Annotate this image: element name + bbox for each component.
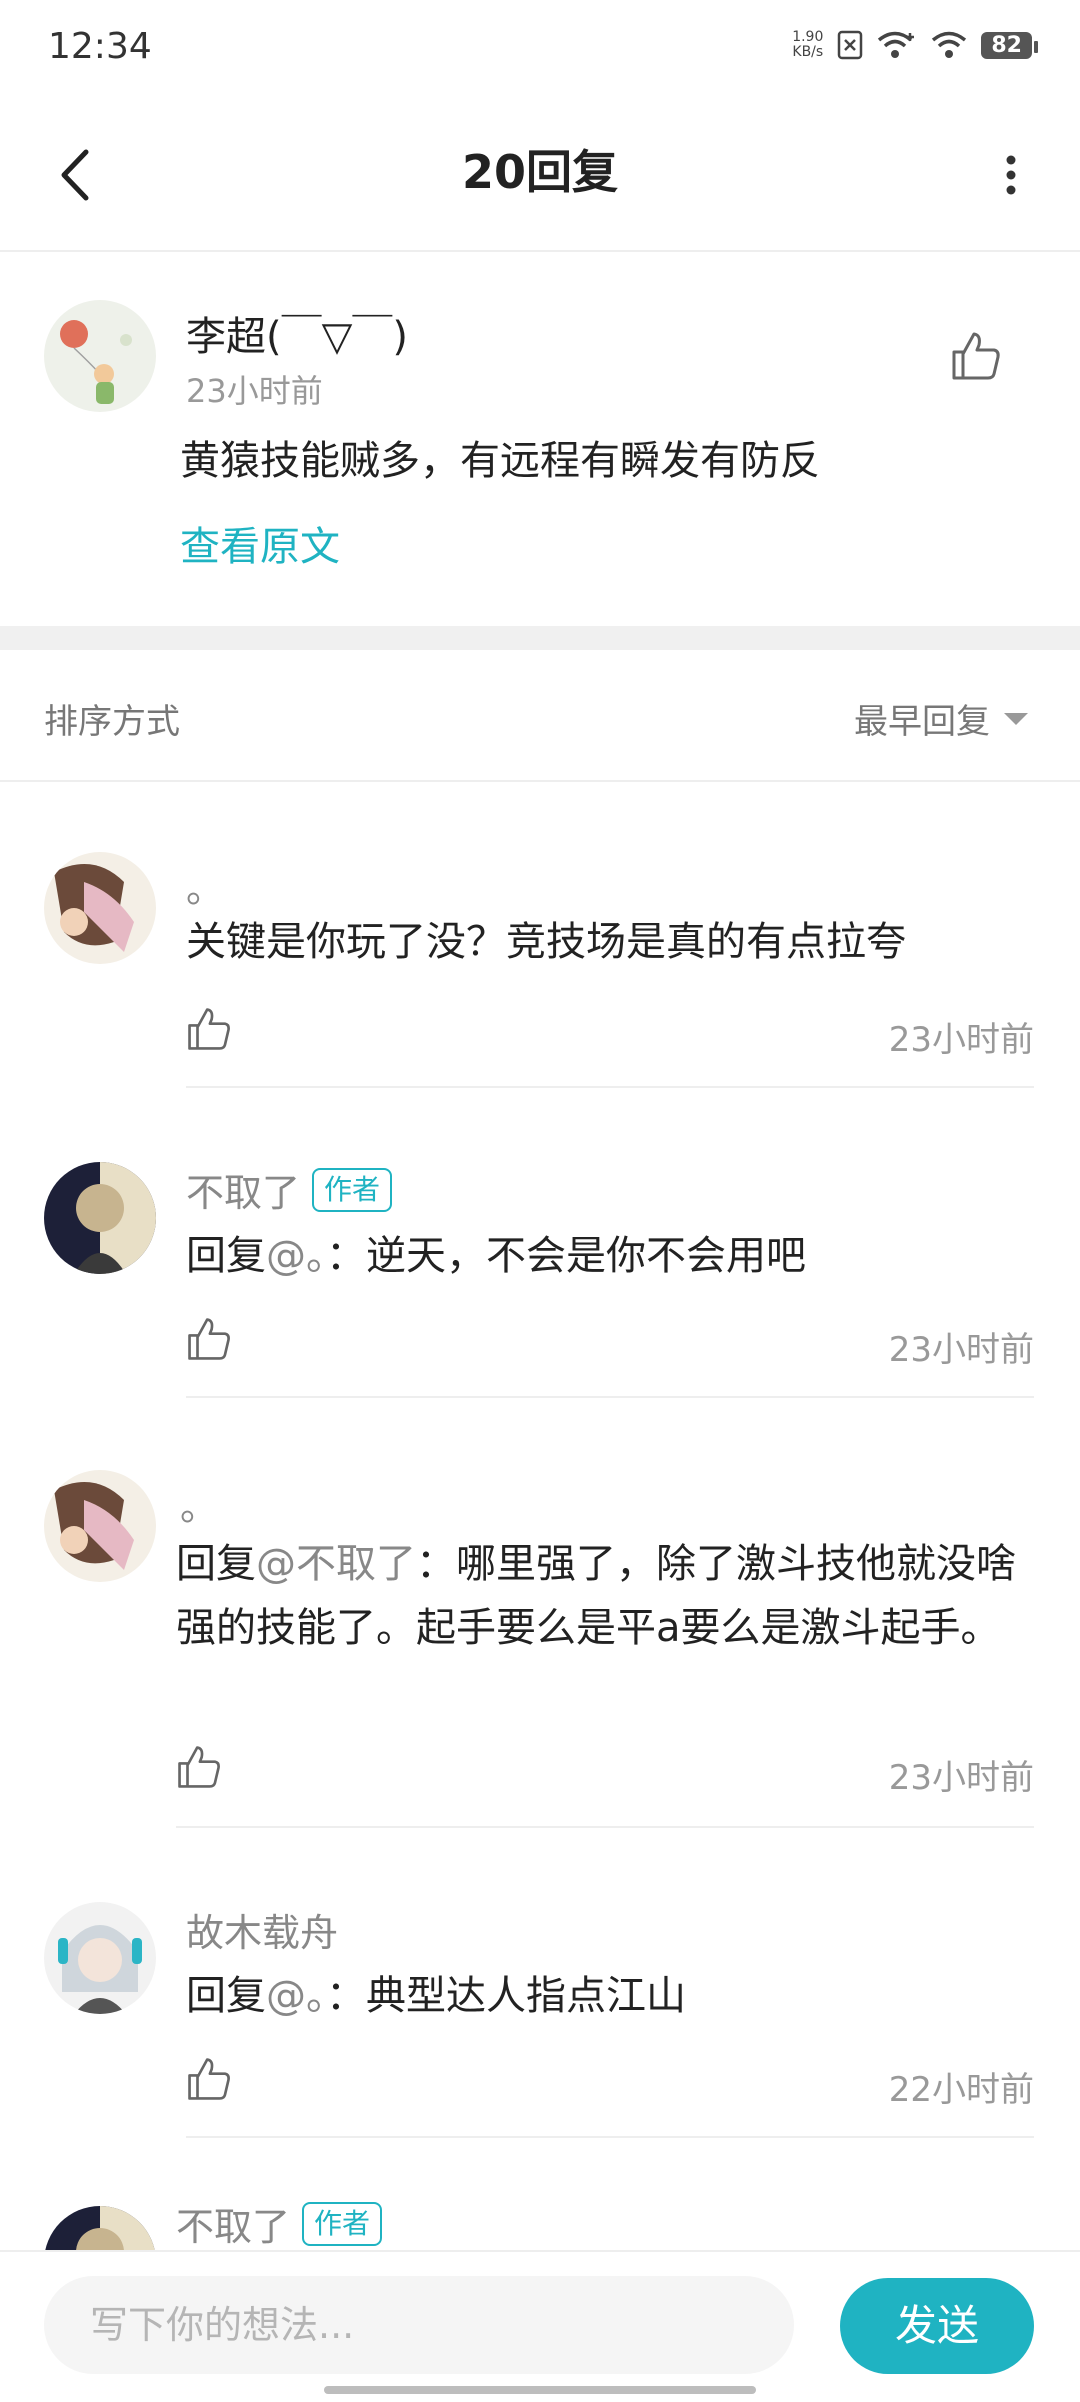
sort-value: 最早回复	[854, 702, 990, 742]
reply-text: 关键是你玩了没？竞技场是真的有点拉夸	[186, 919, 906, 965]
avatar[interactable]	[44, 852, 156, 964]
mention-link[interactable]: @。	[266, 1233, 326, 1279]
reply-text: 回复@。：逆天，不会是你不会用吧	[186, 1233, 806, 1279]
reply-author[interactable]: 。	[186, 858, 224, 913]
thumbs-up-icon	[952, 332, 1000, 380]
view-original-link[interactable]: 查看原文	[180, 514, 340, 572]
status-time: 12:34	[48, 26, 152, 67]
reply-item: 不取了 作者 回复@。：逆天，不会是你不会用吧 23小时前	[0, 1090, 1080, 1400]
author-badge: 作者	[312, 1167, 393, 1212]
page-title: 20回复	[461, 145, 618, 199]
comment-composer: 写下你的想法... 发送	[0, 2250, 1080, 2402]
reply-author[interactable]: 不取了 作者	[176, 2196, 383, 2250]
send-button[interactable]: 发送	[840, 2278, 1034, 2374]
reply-timestamp: 23小时前	[888, 1020, 1034, 1060]
reply-timestamp: 23小时前	[888, 1330, 1034, 1370]
reply-text: 回复@不取了：哪里强了，除了激斗技他就没啥强的技能了。起手要么是平a要么是激斗起…	[176, 1541, 1016, 1651]
avatar-image	[44, 300, 156, 412]
divider	[186, 1396, 1034, 1398]
sort-bar: 排序方式 最早回复	[0, 652, 1080, 782]
avatar[interactable]	[44, 2206, 156, 2250]
like-button[interactable]	[186, 1316, 238, 1368]
avatar[interactable]	[44, 1470, 156, 1582]
avatar-image	[44, 1162, 156, 1274]
like-button[interactable]	[176, 1744, 228, 1796]
like-button[interactable]	[186, 2056, 238, 2108]
avatar-image	[44, 852, 156, 964]
reply-text: 回复@。：典型达人指点江山	[186, 1973, 686, 2019]
thumbs-up-icon	[178, 1746, 220, 1788]
original-comment-text: 黄猿技能贼多，有远程有瞬发有防反	[180, 438, 820, 484]
avatar-image	[44, 1470, 156, 1582]
like-button[interactable]	[186, 1006, 238, 1058]
sim-off-icon	[838, 30, 863, 60]
avatar-image	[44, 2206, 156, 2250]
thumbs-up-icon	[188, 1318, 230, 1360]
original-timestamp: 23小时前	[186, 372, 323, 410]
sort-label: 排序方式	[44, 702, 180, 742]
reply-author[interactable]: 故木载舟	[186, 1902, 338, 1957]
reply-item: 。 回复@不取了：哪里强了，除了激斗技他就没啥强的技能了。起手要么是平a要么是激…	[0, 1400, 1080, 1830]
section-divider	[0, 626, 1080, 650]
network-speed: 1.90 KB/s	[792, 29, 824, 60]
reply-author[interactable]: 不取了 作者	[186, 1162, 393, 1217]
avatar[interactable]	[44, 1902, 156, 2014]
home-indicator[interactable]	[324, 2386, 756, 2394]
thumbs-up-icon	[188, 2058, 230, 2100]
reply-timestamp: 23小时前	[888, 1758, 1034, 1798]
reply-timestamp: 22小时前	[888, 2070, 1034, 2110]
author-badge: 作者	[302, 2201, 383, 2246]
divider	[186, 1086, 1034, 1088]
original-author-name[interactable]: 李超(￣▽￣)	[186, 304, 408, 362]
mention-link[interactable]: @不取了	[256, 1541, 416, 1587]
reply-author[interactable]: 。	[180, 1476, 218, 1531]
mention-link[interactable]: @。	[266, 1973, 326, 2019]
thumbs-up-icon	[188, 1008, 230, 1050]
more-button[interactable]	[976, 140, 1046, 210]
more-vertical-icon	[1006, 155, 1016, 195]
top-nav-bar: 20回复	[0, 100, 1080, 252]
divider	[176, 1826, 1034, 1828]
avatar[interactable]	[44, 300, 156, 412]
comment-input[interactable]: 写下你的想法...	[44, 2276, 794, 2374]
wifi-icon	[932, 31, 967, 58]
like-button[interactable]	[950, 330, 1006, 386]
reply-item: 。 关键是你玩了没？竞技场是真的有点拉夸 23小时前	[0, 780, 1080, 1090]
wifi-plus-icon	[878, 31, 915, 58]
sort-dropdown[interactable]: 最早回复	[854, 694, 1028, 743]
sort-caret-icon	[1004, 712, 1028, 725]
reply-item: 故木载舟 回复@。：典型达人指点江山 22小时前	[0, 1830, 1080, 2140]
avatar-image	[44, 1902, 156, 2014]
reply-item: 不取了 作者	[0, 2140, 1080, 2250]
divider	[186, 2136, 1034, 2138]
status-icons: 1.90 KB/s 82	[792, 29, 1038, 60]
avatar[interactable]	[44, 1162, 156, 1274]
battery-icon: 82	[981, 31, 1038, 59]
